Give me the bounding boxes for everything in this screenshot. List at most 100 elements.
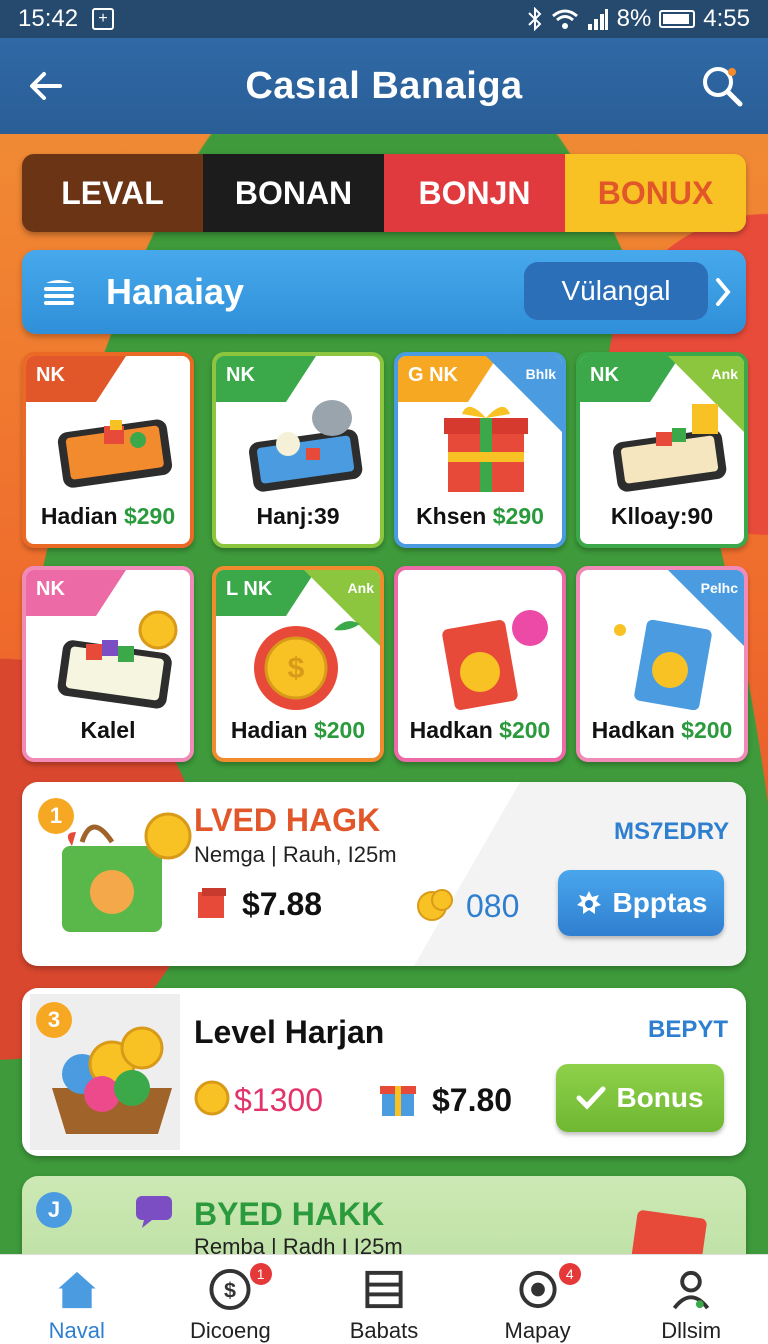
row-value-secondary: 080 <box>466 888 520 924</box>
product-card[interactable]: Pelhc Hadkan $200 <box>576 566 748 762</box>
nav-label: Dllsim <box>661 1318 722 1343</box>
list-icon <box>365 1270 403 1309</box>
gift-icon <box>380 1086 416 1116</box>
chevron-right-icon[interactable] <box>714 276 732 308</box>
card-name: Hadkan <box>409 717 493 743</box>
phone-icon <box>249 400 363 492</box>
notification-badge: 4 <box>558 1263 581 1285</box>
product-card[interactable]: Hadkan $200 <box>394 566 566 762</box>
card-label: Hadian $200 <box>216 717 380 744</box>
card-price: $200 <box>681 717 733 743</box>
coin-icon <box>194 1080 230 1116</box>
nav-label: Naval <box>48 1318 105 1343</box>
options-button[interactable]: Bpptas <box>558 870 724 936</box>
wifi-icon <box>551 9 578 29</box>
card-price: $200 <box>313 717 366 743</box>
app-header: Casıal Banaiga <box>0 38 768 134</box>
options-button-label: Bpptas <box>612 887 708 918</box>
product-card[interactable]: NK Hadian $290 <box>22 352 194 548</box>
category-tabs: LEVAL BONAN BONJN BONUX <box>22 154 746 232</box>
settings-icon <box>576 891 601 914</box>
tab-bonjn[interactable]: BONJN <box>384 154 565 232</box>
notification-icon: + <box>92 8 115 30</box>
status-clock: 4:55 <box>703 5 750 32</box>
nav-item-dicoeng[interactable]: $ 1 Dicoeng <box>154 1255 308 1344</box>
card-label: Hadian $290 <box>26 503 190 530</box>
home-icon <box>58 1271 96 1309</box>
gift-box-icon <box>444 406 528 492</box>
phone-icon <box>57 419 173 488</box>
card-name: Khsen <box>416 503 487 529</box>
back-arrow-icon[interactable] <box>26 66 66 106</box>
product-card[interactable]: NK Ank Klloay:90 <box>576 352 748 548</box>
shopping-bag-icon <box>62 812 192 932</box>
gear-icon <box>518 1270 557 1309</box>
card-label: Hadkan $200 <box>580 717 744 744</box>
signal-icon <box>587 9 608 30</box>
nav-item-naval[interactable]: Naval <box>0 1255 154 1344</box>
bonus-button[interactable]: Bonus <box>556 1064 724 1132</box>
product-card[interactable]: NK Hanj:39 <box>212 352 384 548</box>
product-card[interactable]: G NK Bhlk Khsen $290 <box>394 352 566 548</box>
checkmark-icon <box>576 1086 606 1110</box>
card-name: Hadian <box>230 717 308 743</box>
card-price: $290 <box>123 503 176 529</box>
nav-item-babats[interactable]: Babats <box>307 1255 461 1344</box>
tab-leval[interactable]: LEVAL <box>22 154 203 232</box>
notification-badge: 1 <box>249 1263 272 1285</box>
row-tag: MS7EDRY <box>614 818 730 845</box>
nav-item-mapay[interactable]: 4 Mapay <box>461 1255 615 1344</box>
list-item[interactable]: 1 LVED HAGK Nemga | Rauh, I25m MS7EDRY $… <box>22 782 746 966</box>
nav-item-dllsim[interactable]: Dllsim <box>614 1255 768 1344</box>
bluetooth-icon <box>527 7 542 31</box>
row-title: BYED HAKK <box>194 1196 385 1232</box>
status-bar: 15:42 + 8% 4:55 <box>0 0 768 38</box>
nav-label: Babats <box>349 1318 419 1343</box>
nav-label: Mapay <box>504 1318 571 1343</box>
rank-badge: J <box>36 1192 72 1228</box>
red-envelope-icon <box>442 610 548 710</box>
bonus-button-label: Bonus <box>616 1082 704 1113</box>
product-card[interactable]: L NK Ank $ Hadian $200 <box>212 566 384 762</box>
row-value-primary: $1300 <box>234 1082 323 1118</box>
coin-icon: $ <box>254 621 360 710</box>
profile-icon <box>672 1270 710 1310</box>
coin-pot-icon <box>52 1026 172 1134</box>
card-name: Kalel <box>80 717 136 743</box>
card-name: Klloay:90 <box>610 503 714 529</box>
svg-text:$: $ <box>288 652 305 685</box>
phone-icon <box>57 610 178 709</box>
card-label: Klloay:90 <box>580 503 744 530</box>
menu-icon[interactable] <box>42 279 76 305</box>
status-right: 8% 4:55 <box>527 5 750 33</box>
row-value-secondary: $7.80 <box>432 1082 513 1118</box>
search-icon[interactable] <box>700 64 744 108</box>
row-subtitle: Nemga | Rauh, I25m <box>194 842 397 867</box>
card-name: Hadian <box>40 503 118 529</box>
list-item[interactable]: 3 Level Harjan BEPYT $1300 $7.80 Bonus <box>22 988 746 1156</box>
card-price: $290 <box>492 503 544 529</box>
page-title: Casıal Banaiga <box>245 64 523 107</box>
row-title: Level Harjan <box>194 1014 385 1050</box>
red-box-icon <box>198 888 226 918</box>
product-card[interactable]: NK Kalel <box>22 566 194 762</box>
dollar-circle-icon: $ <box>209 1268 251 1311</box>
tab-bonux[interactable]: BONUX <box>565 154 746 232</box>
card-label: Hanj:39 <box>216 503 380 530</box>
card-name: Hanj:39 <box>256 503 340 529</box>
section-bar: Hanaiay Vülangal <box>22 250 746 334</box>
row-title: LVED HAGK <box>194 802 381 838</box>
card-pack-icon <box>614 619 712 710</box>
row-value-primary: $7.88 <box>242 886 323 922</box>
view-all-button[interactable]: Vülangal <box>524 262 708 320</box>
nav-label: Dicoeng <box>190 1318 271 1343</box>
card-label: Kalel <box>26 717 190 744</box>
status-time: 15:42 <box>18 5 79 32</box>
card-label: Hadkan $200 <box>398 717 562 744</box>
chat-bubble-icon <box>136 1196 172 1228</box>
bottom-nav: Naval $ 1 Dicoeng Babats 4 Mapay Dllsim <box>0 1254 768 1344</box>
svg-text:$: $ <box>224 1278 236 1302</box>
tab-bonan[interactable]: BONAN <box>203 154 384 232</box>
card-price: $200 <box>499 717 551 743</box>
phone-icon <box>613 404 727 492</box>
